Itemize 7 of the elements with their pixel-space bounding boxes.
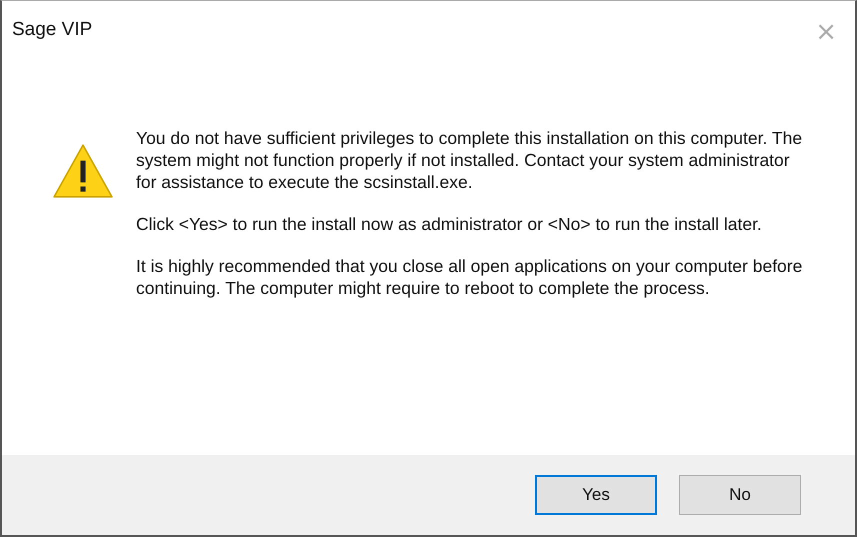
message-text: You do not have sufficient privileges to complete this installation on this computer. The system might not function properly if not installed. Contact your system administrator for assistance to execute the scsinstall.exe. [136,127,804,193]
window-title: Sage VIP [12,19,92,41]
warning-icon [52,143,114,199]
message-text: It is highly recommended that you close all open applications on your computer before continuing. The computer might require to reboot to complete the process. [136,255,804,299]
dialog-button[interactable]: Yes [535,475,657,515]
dialog-button[interactable]: No [679,475,801,515]
message-text: Click <Yes> to run the install now as administrator or <No> to run the install later. [136,213,763,235]
